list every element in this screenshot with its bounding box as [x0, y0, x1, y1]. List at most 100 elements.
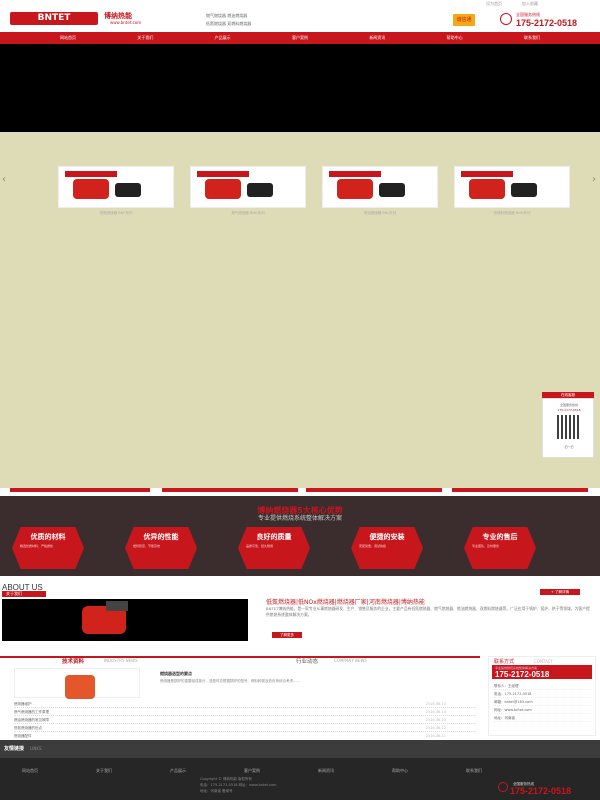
news-summary: 燃烧器是锅炉的重要组成部分，选型时应根据锅炉的型号、燃料种类及热负荷综合考虑……: [160, 679, 300, 683]
product-card[interactable]: [190, 166, 306, 208]
tab-tech-docs-en: INDUSTRY NEWS: [104, 658, 138, 663]
footer-nav-item[interactable]: 关于我们: [96, 768, 112, 774]
footer-nav-item[interactable]: 帮助中心: [392, 768, 408, 774]
news-item[interactable]: 燃气燃烧器的工作原理 2016-06-14: [14, 710, 476, 716]
friend-links-en: LINKS: [30, 746, 42, 751]
news-item-title[interactable]: 燃烧器维护: [14, 702, 32, 706]
news-item-title[interactable]: 燃气燃烧器的工作原理: [14, 710, 49, 714]
advantage-item: 便捷的安装 安装简便，调试快捷: [351, 527, 423, 569]
advantage-title: 便捷的安装: [369, 533, 405, 541]
section-tab[interactable]: [10, 488, 150, 492]
chevron-right-icon[interactable]: ›: [592, 174, 596, 185]
logo[interactable]: BNTET: [10, 12, 98, 25]
advantage-item: 专业的售后 专业团队，及时服务: [464, 527, 536, 569]
news-item[interactable]: 燃烧器维护 2016-06-15: [14, 702, 476, 708]
tab-industry-en: COMPANY NEWS: [334, 658, 368, 663]
product-caption[interactable]: 双燃料燃烧器 BND系列: [454, 211, 570, 216]
set-homepage-link[interactable]: 设为首页: [486, 1, 502, 7]
footer-copyright: Copyright © 博纳热能 版权所有: [200, 777, 252, 781]
product-section: ‹ › 低氮燃烧器 BNF系列 燃气燃烧器 BNG系列 燃油燃烧器 BNL系列 …: [0, 132, 600, 488]
section-tab[interactable]: [162, 488, 298, 492]
contact-title-en: CONTACT: [534, 659, 553, 664]
add-favorite-link[interactable]: 加入收藏: [522, 1, 538, 7]
contact-title: 联系方式: [494, 659, 515, 665]
hotline-number: 175-2172-0518: [516, 18, 578, 28]
product-card[interactable]: [58, 166, 174, 208]
about-more-button[interactable]: 了解更多: [272, 632, 302, 638]
burner-image: [65, 675, 95, 699]
news-item-date: 2016-06-15: [425, 702, 446, 706]
hero-banner[interactable]: [0, 44, 600, 132]
footer-hotline: 175-2172-0518: [510, 786, 572, 796]
product-image: [205, 179, 241, 199]
news-item-date: 2016-06-13: [425, 718, 446, 722]
nav-cases[interactable]: 客户案例: [292, 32, 308, 44]
friend-links-bar: [0, 740, 600, 758]
product-card[interactable]: [322, 166, 438, 208]
contact-line: 邮箱：bntet@163.com: [494, 700, 590, 706]
nav-news[interactable]: 新闻资讯: [369, 32, 385, 44]
nav-home[interactable]: 网站首页: [60, 32, 76, 44]
header-info-2: 低氮燃烧器 双燃料燃烧器: [206, 21, 252, 26]
brand-url: www.bntet.com: [110, 20, 142, 25]
advantage-desc: 安装简便，调试快捷: [359, 544, 387, 548]
footer-address: 地址：河南省 备案号: [200, 789, 233, 793]
news-item[interactable]: 燃油燃烧器的常见故障 2016-06-13: [14, 718, 476, 724]
about-detail-button[interactable]: + 了解详情: [540, 589, 580, 595]
product-caption[interactable]: 燃气燃烧器 BNG系列: [190, 211, 306, 216]
about-heading-cn: 关于我们: [2, 591, 46, 597]
footer-contact: 电话：175-2172-0518 网址：www.bntet.com: [200, 783, 277, 787]
footer-nav-item[interactable]: 新闻资讯: [318, 768, 334, 774]
product-card[interactable]: [454, 166, 570, 208]
advantage-item: 优质的材料 精选优质材料，严格质检: [12, 527, 84, 569]
news-image[interactable]: [14, 668, 140, 699]
news-item-date: 2016-06-11: [425, 734, 446, 738]
advantage-title: 优质的材料: [30, 533, 66, 541]
chevron-left-icon[interactable]: ‹: [2, 174, 6, 185]
tab-industry[interactable]: 行业动态: [296, 657, 318, 665]
qr-code-icon: [557, 415, 581, 439]
phone-icon: [498, 782, 508, 792]
product-caption[interactable]: 低氮燃烧器 BNF系列: [58, 211, 174, 216]
product-image: [73, 179, 109, 199]
friend-links-title: 友情链接: [4, 746, 25, 752]
nav-about[interactable]: 关于我们: [137, 32, 153, 44]
nav-products[interactable]: 产品展示: [215, 32, 231, 44]
footer-nav-item[interactable]: 产品展示: [170, 768, 186, 774]
trust-badge: 诚信通: [453, 14, 475, 26]
header: BNTET 博纳热能 www.bntet.com 燃气燃烧器 燃油燃烧器 低氮燃…: [0, 8, 600, 32]
news-item-title[interactable]: 燃油燃烧器的常见故障: [14, 718, 49, 722]
contact-line: 地址：河南省: [494, 716, 590, 722]
news-item-title[interactable]: 低氮燃烧器的优点: [14, 726, 42, 730]
about-text: BNTET博纳热能，是一家专业从事燃烧器研发、生产、销售及服务的企业，主要产品有…: [266, 606, 590, 617]
product-caption[interactable]: 燃油燃烧器 BNL系列: [322, 211, 438, 216]
contact-line: 网址：www.bntet.com: [494, 708, 590, 714]
nav-help[interactable]: 帮助中心: [447, 32, 463, 44]
advantage-desc: 精选优质材料，严格质检: [20, 544, 54, 548]
advantage-desc: 燃烧稳定，节能高效: [133, 544, 161, 548]
footer-nav-item[interactable]: 联系我们: [466, 768, 482, 774]
nav-contact[interactable]: 联系我们: [524, 32, 540, 44]
contact-line: 电话：175-2172-0518: [494, 692, 590, 698]
header-info-1: 燃气燃烧器 燃油燃烧器: [206, 13, 248, 18]
product-image: [337, 179, 373, 199]
section-tab[interactable]: [306, 488, 442, 492]
main-nav: 网站首页 关于我们 产品展示 客户案例 新闻资讯 帮助中心 联系我们: [0, 32, 600, 44]
news-item-date: 2016-06-12: [425, 726, 446, 730]
tab-tech-docs[interactable]: 技术资料: [62, 657, 84, 665]
news-item[interactable]: 低氮燃烧器的优点 2016-06-12: [14, 726, 476, 732]
footer-nav-item[interactable]: 客户案例: [244, 768, 260, 774]
section-tab[interactable]: [452, 488, 588, 492]
contact-phone-box: 专业提供燃烧系统整体解决方案 175-2172-0518: [492, 665, 592, 679]
news-item-title[interactable]: 燃烧器配件: [14, 734, 32, 738]
advantage-title: 良好的质量: [256, 533, 292, 541]
footer-nav-item[interactable]: 网站首页: [22, 768, 38, 774]
news-headline[interactable]: 燃烧器选型的要点: [160, 671, 192, 677]
contact-phone: 175-2172-0518: [495, 670, 550, 679]
about-image: [2, 599, 248, 641]
news-item-date: 2016-06-14: [425, 710, 446, 714]
online-service-box: 全国服务热线 175-2172-0518 扫一扫: [542, 398, 594, 458]
advantage-title: 优异的性能: [143, 533, 179, 541]
advantages-subtitle: 专业提供燃烧系统整体解决方案: [257, 515, 342, 522]
qr-phone: 175-2172-0518: [557, 408, 581, 412]
